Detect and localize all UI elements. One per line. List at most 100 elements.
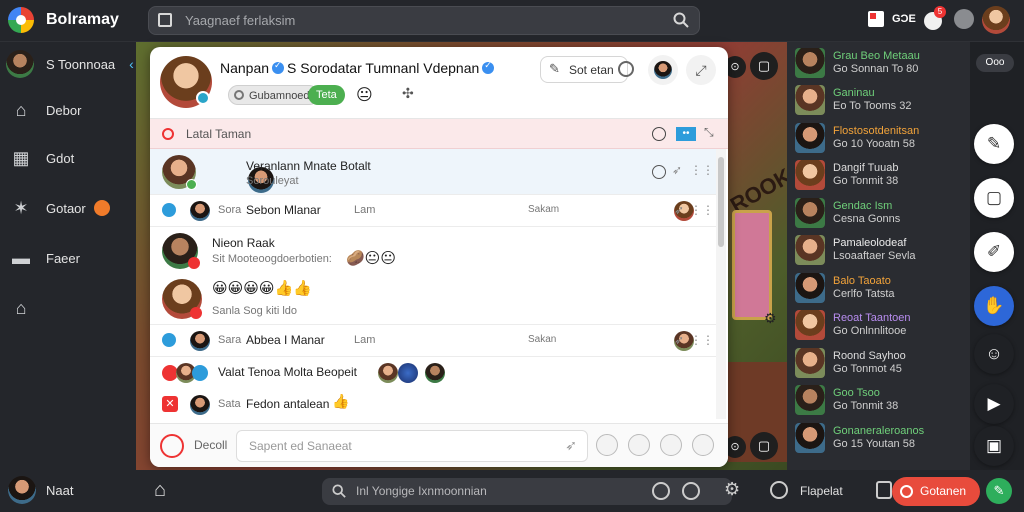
activity-sub: Cesna Gonns bbox=[833, 212, 901, 225]
send-icon[interactable]: ➶ bbox=[565, 437, 577, 454]
activity-item[interactable]: Gonaneraleroanos Go 15 Youtan 58 bbox=[795, 419, 967, 456]
share-icon[interactable]: ➶ bbox=[674, 203, 684, 217]
clock-icon[interactable] bbox=[652, 482, 670, 500]
panel-title-rest: S Sorodatar Tumnanl Vdepnan bbox=[287, 60, 480, 76]
chat-icon[interactable]: ✎ bbox=[986, 478, 1012, 504]
chevron-left-icon[interactable]: ‹ bbox=[129, 56, 134, 72]
activity-item[interactable]: Pamaleolodeaf Lsoaaftaer Sevla bbox=[795, 232, 967, 269]
scrollbar-thumb[interactable] bbox=[718, 157, 724, 247]
more-dots-icon[interactable]: ⋮⋮ bbox=[690, 203, 714, 217]
sidebar-profile[interactable]: S Toonnoaa ‹ bbox=[0, 44, 136, 84]
list-item[interactable]: 😀😀😀😀👍👍 Sanla Sog kiti ldo bbox=[150, 273, 716, 325]
scrollbar[interactable] bbox=[716, 149, 726, 419]
sidebar-item-store[interactable]: ⌂ bbox=[0, 288, 136, 328]
avatar-button[interactable] bbox=[648, 55, 678, 85]
activity-item[interactable]: Reoat Taantoen Go Onlnnlitooe bbox=[795, 307, 967, 344]
activity-item[interactable]: Goo Tsoo Go Tonmit 38 bbox=[795, 382, 967, 419]
action-button[interactable]: Gotanen bbox=[892, 477, 980, 506]
settings-icon[interactable]: ⚙ bbox=[764, 310, 780, 326]
search-icon bbox=[332, 484, 346, 498]
share-icon[interactable]: ➶ bbox=[674, 333, 684, 347]
more-dots-icon[interactable]: ⋮⋮ bbox=[690, 163, 714, 177]
dash-icon[interactable]: ▢ bbox=[750, 432, 778, 460]
activity-item[interactable]: Flostosotdenitsan Go 10 Yooatn 58 bbox=[795, 119, 967, 156]
activity-item[interactable]: Grau Beo Metaau Go Sonnan To 80 bbox=[795, 44, 967, 81]
compose-icon[interactable] bbox=[160, 434, 184, 458]
sidebar-item-star[interactable]: ✶ Gotaor bbox=[0, 188, 136, 228]
grid-icon: ▦ bbox=[12, 148, 30, 168]
list-item[interactable]: Sara Abbea I Manar Lam Sakan ➶ ⋮⋮ bbox=[150, 325, 716, 357]
calendar-icon[interactable] bbox=[692, 434, 714, 456]
sidebar-item-sofa[interactable]: ▬ Faeer bbox=[0, 238, 136, 278]
list-item[interactable]: Veranlann Mnate Botalt Sorouleyat ➶ ⋮⋮ bbox=[150, 149, 716, 195]
message-emojis: 😀😀😀😀👍👍 bbox=[212, 279, 312, 297]
activity-name: Goo Tsoo bbox=[833, 387, 880, 399]
activity-name: Gonaneraleroanos bbox=[833, 424, 925, 437]
activity-name: Grau Beo Metaau bbox=[833, 49, 920, 62]
sidebar-item-home[interactable]: ⌂ Debor bbox=[0, 90, 136, 130]
list-item[interactable]: Nieon Raak Sit Mooteoogdoerbotien: 🥔😐😐 bbox=[150, 227, 716, 273]
activity-item[interactable]: Ganinau Eo To Tooms 32 bbox=[795, 82, 967, 119]
activity-item[interactable]: Dangif Tuuab Go Tonmit 38 bbox=[795, 157, 967, 194]
home-icon: ⌂ bbox=[15, 100, 27, 120]
list-item[interactable]: ✕ Sata Fedon antalean 👍 bbox=[150, 389, 716, 421]
activity-item[interactable]: Gendac Ism Cesna Gonns bbox=[795, 194, 967, 231]
play-fab[interactable]: ▶ bbox=[974, 384, 1014, 424]
sidebar-footer-profile[interactable]: Naat bbox=[0, 470, 136, 510]
book-icon[interactable]: ▢ bbox=[750, 52, 778, 80]
footer-name: Naat bbox=[46, 482, 74, 498]
more-dots-icon[interactable]: ⋮⋮ bbox=[690, 333, 714, 347]
flag-icon[interactable] bbox=[876, 481, 892, 499]
sticker-icon[interactable] bbox=[596, 434, 618, 456]
handshake-fab[interactable]: ✋ bbox=[974, 286, 1014, 326]
image-icon[interactable] bbox=[660, 434, 682, 456]
refresh-icon[interactable] bbox=[618, 61, 634, 77]
list-item[interactable]: Sora Sebon Mlanar Lam Sakam ➶ ⋮⋮ bbox=[150, 195, 716, 227]
bottom-search-input[interactable]: Inl Yongige Ixnmoonnian bbox=[322, 478, 732, 505]
profile-fab[interactable]: ☺ bbox=[974, 334, 1014, 374]
flag-icon[interactable] bbox=[868, 11, 884, 27]
emoji-reactions[interactable]: 😐 bbox=[356, 85, 373, 104]
gear-icon[interactable]: ⚙ bbox=[724, 479, 740, 500]
expand-icon[interactable]: ⤢ bbox=[686, 55, 716, 85]
bookmark-fab[interactable]: ▢ bbox=[974, 178, 1014, 218]
close-icon[interactable]: ✕ bbox=[162, 396, 178, 412]
list-item[interactable]: Valat Tenoa Molta Beopeit bbox=[150, 357, 716, 389]
globe-icon[interactable] bbox=[682, 482, 700, 500]
collapse-icon[interactable]: ⤡ bbox=[704, 125, 714, 140]
edit-fab[interactable]: ✐ bbox=[974, 232, 1014, 272]
activity-item[interactable]: Balo Taoato Cerlfo Tatsta bbox=[795, 269, 967, 306]
search-icon[interactable] bbox=[673, 12, 689, 28]
clock-icon bbox=[234, 90, 244, 100]
gif-icon[interactable] bbox=[628, 434, 650, 456]
chat-fab[interactable]: ✎ bbox=[974, 124, 1014, 164]
activity-text: Gonaneraleroanos Go 15 Youtan 58 bbox=[833, 425, 924, 451]
video-fab[interactable]: ▣ bbox=[974, 426, 1014, 466]
activity-item[interactable]: Roond Sayhoo Go Tonmot 45 bbox=[795, 344, 967, 381]
tag-pill-green[interactable]: Teta bbox=[308, 85, 345, 105]
action-button-label: Gotanen bbox=[920, 484, 967, 498]
home-icon[interactable]: ⌂ bbox=[154, 479, 166, 502]
activity-name: Reoat Taantoen bbox=[833, 312, 911, 324]
activity-avatar bbox=[795, 272, 825, 303]
profile-name: S Toonnoaa bbox=[46, 56, 116, 72]
record-icon bbox=[162, 128, 174, 140]
message-avatar-small bbox=[190, 395, 210, 415]
open-button[interactable]: ✎ Sot etan bbox=[540, 56, 628, 83]
account-icon[interactable] bbox=[954, 9, 974, 29]
location-icon[interactable] bbox=[770, 481, 788, 499]
footer-avatar bbox=[8, 476, 36, 504]
message-mid: Lam bbox=[354, 334, 376, 346]
sidebar-item-grid[interactable]: ▦ Gdot bbox=[0, 138, 136, 178]
status-circle-icon[interactable] bbox=[652, 165, 666, 179]
share-icon[interactable]: ➶ bbox=[672, 163, 682, 177]
message-input[interactable]: Sapent ed Sanaeat ➶ bbox=[236, 430, 588, 462]
activity-text: Dangif Tuuab Go Tonmit 38 bbox=[833, 162, 898, 188]
latest-badge[interactable]: •• bbox=[676, 127, 696, 141]
activity-sub: Go Tonmot 45 bbox=[833, 362, 902, 375]
user-avatar[interactable] bbox=[982, 6, 1010, 34]
right-header-pill[interactable]: Ooo bbox=[976, 54, 1014, 72]
emoji-icon[interactable] bbox=[652, 127, 666, 141]
app-logo[interactable] bbox=[8, 7, 34, 33]
search-input[interactable]: Yaagnaef ferlaksim bbox=[148, 6, 700, 35]
